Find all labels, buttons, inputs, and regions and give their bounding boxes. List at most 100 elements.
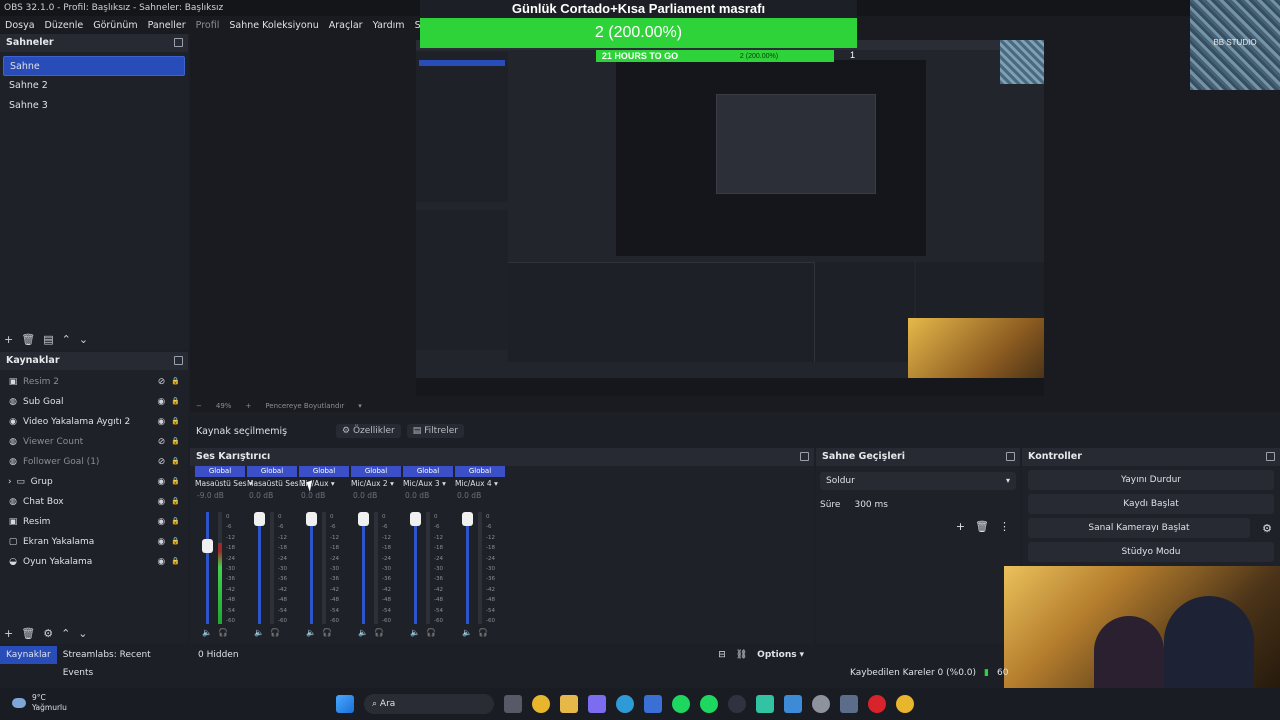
channel-name[interactable]: Mic/Aux 3 ▾ (402, 479, 454, 488)
speaker-muted-icon[interactable]: 🔈 (254, 628, 264, 637)
spotify-icon[interactable] (672, 695, 690, 713)
menu-item[interactable]: Görünüm (88, 20, 142, 31)
eye-off-icon[interactable]: ⊘ (158, 437, 166, 447)
chevron-down-icon[interactable]: ▾ (358, 402, 362, 410)
fader-knob[interactable] (254, 512, 265, 526)
source-item[interactable]: ▢ Ekran Yakalama ◉ 🔒 (0, 532, 188, 552)
chevron-down-icon[interactable]: ▾ (388, 479, 394, 488)
arrow-down-icon[interactable]: ⌄ (78, 627, 87, 640)
chevron-right-icon[interactable]: › (8, 477, 12, 487)
scene-item[interactable]: Sahne (3, 56, 185, 76)
source-item[interactable]: ▣ Resim 2 ⊘ 🔒 (0, 372, 188, 392)
chevron-down-icon[interactable]: ▾ (440, 479, 446, 488)
volume-fader[interactable] (206, 512, 209, 624)
gear-icon[interactable]: ⚙ (1262, 522, 1272, 535)
menu-item[interactable]: Araçlar (324, 20, 368, 31)
fader-knob[interactable] (202, 539, 213, 554)
eye-off-icon[interactable]: ⊘ (158, 457, 166, 467)
settings-icon[interactable] (812, 695, 830, 713)
source-item[interactable]: ◍ Follower Goal (1) ⊘ 🔒 (0, 452, 188, 472)
speaker-muted-icon[interactable]: 🔈 (306, 628, 316, 637)
source-item[interactable]: ◍ Viewer Count ⊘ 🔒 (0, 432, 188, 452)
menu-item[interactable]: Düzenle (40, 20, 89, 31)
zoom-plus-icon[interactable]: + (245, 402, 251, 410)
lock-icon[interactable]: 🔒 (171, 457, 180, 467)
lock-icon[interactable]: 🔒 (171, 437, 180, 447)
source-item[interactable]: ▣ Resim ◉ 🔒 (0, 512, 188, 532)
undock-icon[interactable] (174, 356, 183, 365)
source-item[interactable]: ◒ Oyun Yakalama ◉ 🔒 (0, 552, 188, 572)
speaker-muted-icon[interactable]: 🔈 (410, 628, 420, 637)
file-explorer-icon[interactable] (560, 695, 578, 713)
chevron-down-icon[interactable]: ▾ (329, 479, 335, 488)
speaker-icon[interactable]: 🔈 (202, 628, 212, 637)
volume-fader[interactable] (362, 512, 365, 624)
speaker-muted-icon[interactable]: 🔈 (462, 628, 472, 637)
headphones-icon[interactable]: 🎧 (270, 628, 280, 637)
opera-icon[interactable] (868, 695, 886, 713)
eye-icon[interactable]: ◉ (157, 397, 165, 407)
eye-off-icon[interactable]: ⊘ (158, 377, 166, 387)
menu-item[interactable]: Dosya (0, 20, 40, 31)
chrome-icon[interactable] (896, 695, 914, 713)
edge-icon[interactable] (616, 695, 634, 713)
headphones-icon[interactable]: 🎧 (322, 628, 332, 637)
lock-icon[interactable]: 🔒 (171, 517, 180, 527)
menu-item[interactable]: Profil (191, 20, 225, 31)
properties-button[interactable]: ⚙ Özellikler (336, 424, 401, 438)
undock-icon[interactable] (174, 38, 183, 47)
eye-icon[interactable]: ◉ (157, 477, 165, 487)
transition-select[interactable]: Soldur ▾ (820, 472, 1016, 490)
menu-item[interactable]: Yardım (368, 20, 410, 31)
filter-icon[interactable]: ▤ (43, 333, 53, 346)
chevron-down-icon[interactable]: ▾ (492, 479, 498, 488)
volume-fader[interactable] (414, 512, 417, 624)
lock-icon[interactable]: 🔒 (171, 397, 180, 407)
channel-name[interactable]: Mic/Aux 4 ▾ (454, 479, 506, 488)
source-item[interactable]: ◍ Sub Goal ◉ 🔒 (0, 392, 188, 412)
stop-streaming-button[interactable]: Yayını Durdur (1028, 470, 1274, 490)
arrow-down-icon[interactable]: ⌄ (79, 333, 88, 346)
eye-icon[interactable]: ◉ (157, 517, 165, 527)
fader-knob[interactable] (306, 512, 317, 526)
headphones-icon[interactable]: 🎧 (218, 628, 228, 637)
speaker-muted-icon[interactable]: 🔈 (358, 628, 368, 637)
app-icon[interactable] (840, 695, 858, 713)
channel-name[interactable]: Mic/Aux ▾ (298, 479, 350, 488)
chrome-icon[interactable] (532, 695, 550, 713)
source-item[interactable]: › ▭ Grup ◉ 🔒 (0, 472, 188, 492)
eye-icon[interactable]: ◉ (157, 497, 165, 507)
lock-icon[interactable]: 🔒 (171, 477, 180, 487)
studio-mode-button[interactable]: Stüdyo Modu (1028, 542, 1274, 562)
fader-knob[interactable] (462, 512, 473, 526)
channel-name[interactable]: Masaüstü Ses ▾ (194, 479, 253, 488)
copilot-icon[interactable] (588, 695, 606, 713)
add-icon[interactable]: + (4, 627, 13, 640)
lock-icon[interactable]: 🔒 (171, 557, 180, 567)
eye-icon[interactable]: ◉ (157, 417, 165, 427)
add-icon[interactable]: + (956, 520, 965, 533)
more-icon[interactable]: ⋮ (999, 520, 1010, 533)
trash-icon[interactable]: 🗑 (975, 520, 989, 533)
store-icon[interactable] (644, 695, 662, 713)
start-recording-button[interactable]: Kaydı Başlat (1028, 494, 1274, 514)
tab-kaynaklar[interactable]: Kaynaklar (0, 646, 57, 664)
menu-item[interactable]: Paneller (143, 20, 191, 31)
duration-input[interactable]: 300 ms (854, 500, 888, 510)
volume-fader[interactable] (310, 512, 313, 624)
eye-icon[interactable]: ◉ (157, 557, 165, 567)
start-virtual-camera-button[interactable]: Sanal Kamerayı Başlat (1028, 518, 1250, 538)
trash-icon[interactable]: 🗑 (21, 333, 35, 346)
eye-icon[interactable]: ◉ (157, 537, 165, 547)
menu-item[interactable]: Sahne Koleksiyonu (224, 20, 323, 31)
gear-icon[interactable]: ⚙ (43, 627, 53, 640)
channel-name[interactable]: Masaüstü Ses 2 ▾ (246, 479, 312, 488)
spotify-icon[interactable] (700, 695, 718, 713)
undock-icon[interactable] (1006, 452, 1015, 461)
trash-icon[interactable]: 🗑 (21, 627, 35, 640)
scene-item[interactable]: Sahne 3 (3, 96, 185, 116)
options-button[interactable]: Options ▾ (757, 650, 804, 660)
lock-icon[interactable]: 🔒 (171, 537, 180, 547)
channel-name[interactable]: Mic/Aux 2 ▾ (350, 479, 402, 488)
fit-window-label[interactable]: Pencereye Boyutlandır (265, 402, 344, 410)
